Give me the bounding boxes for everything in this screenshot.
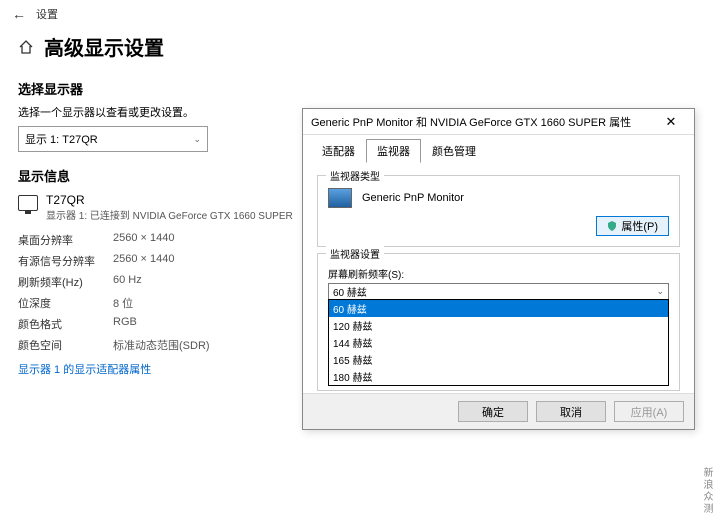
refresh-rate-dropdown[interactable]: 60 赫兹 ⌄ (328, 283, 669, 300)
tab-2[interactable]: 颜色管理 (421, 139, 487, 163)
info-key: 颜色空间 (18, 337, 113, 353)
home-icon (18, 39, 34, 55)
refresh-rate-label: 屏幕刷新频率(S): (328, 266, 669, 281)
info-value: 标准动态范围(SDR) (113, 337, 210, 353)
monitor-sub: 显示器 1: 已连接到 NVIDIA GeForce GTX 1660 SUPE… (46, 207, 293, 222)
settings-crumb: 设置 (36, 6, 58, 22)
page-title: 高级显示设置 (44, 32, 164, 61)
info-key: 有源信号分辨率 (18, 253, 113, 269)
display-select-value: 显示 1: T27QR (25, 131, 98, 147)
display-select[interactable]: 显示 1: T27QR ⌄ (18, 126, 208, 152)
cancel-button[interactable]: 取消 (536, 401, 606, 422)
ok-button[interactable]: 确定 (458, 401, 528, 422)
info-value: 60 Hz (113, 274, 142, 290)
info-key: 颜色格式 (18, 316, 113, 332)
refresh-rate-list: 60 赫兹120 赫兹144 赫兹165 赫兹180 赫兹 (328, 299, 669, 386)
monitor-icon (18, 195, 38, 211)
monitor-name: T27QR (46, 193, 293, 207)
info-key: 桌面分辨率 (18, 232, 113, 248)
apply-button[interactable]: 应用(A) (614, 401, 684, 422)
tab-0[interactable]: 适配器 (311, 139, 366, 163)
refresh-option[interactable]: 60 赫兹 (329, 300, 668, 317)
shield-icon (607, 221, 617, 231)
tab-1[interactable]: 监视器 (366, 139, 421, 163)
info-value: RGB (113, 316, 137, 332)
group-monitor-settings: 监视器设置 (326, 246, 384, 261)
properties-button[interactable]: 属性(P) (596, 216, 669, 236)
refresh-option[interactable]: 120 赫兹 (329, 317, 668, 334)
close-button[interactable]: ✕ (656, 114, 686, 130)
refresh-rate-value: 60 赫兹 (333, 284, 367, 299)
info-value: 8 位 (113, 295, 133, 311)
dialog-title: Generic PnP Monitor 和 NVIDIA GeForce GTX… (311, 114, 631, 130)
refresh-option[interactable]: 144 赫兹 (329, 334, 668, 351)
info-key: 刷新频率(Hz) (18, 274, 113, 290)
info-key: 位深度 (18, 295, 113, 311)
watermark: 新浪众测 (699, 467, 714, 515)
info-value: 2560 × 1440 (113, 232, 174, 248)
info-value: 2560 × 1440 (113, 253, 174, 269)
chevron-down-icon: ⌄ (656, 286, 664, 297)
group-monitor-type: 监视器类型 (326, 168, 384, 183)
chevron-down-icon: ⌄ (193, 134, 201, 145)
back-button[interactable]: ← (12, 6, 26, 22)
refresh-option[interactable]: 180 赫兹 (329, 368, 668, 385)
refresh-option[interactable]: 165 赫兹 (329, 351, 668, 368)
selector-heading: 选择显示器 (18, 79, 702, 98)
properties-dialog: Generic PnP Monitor 和 NVIDIA GeForce GTX… (302, 108, 695, 430)
monitor-type-value: Generic PnP Monitor (362, 192, 464, 204)
monitor-image-icon (328, 188, 352, 208)
